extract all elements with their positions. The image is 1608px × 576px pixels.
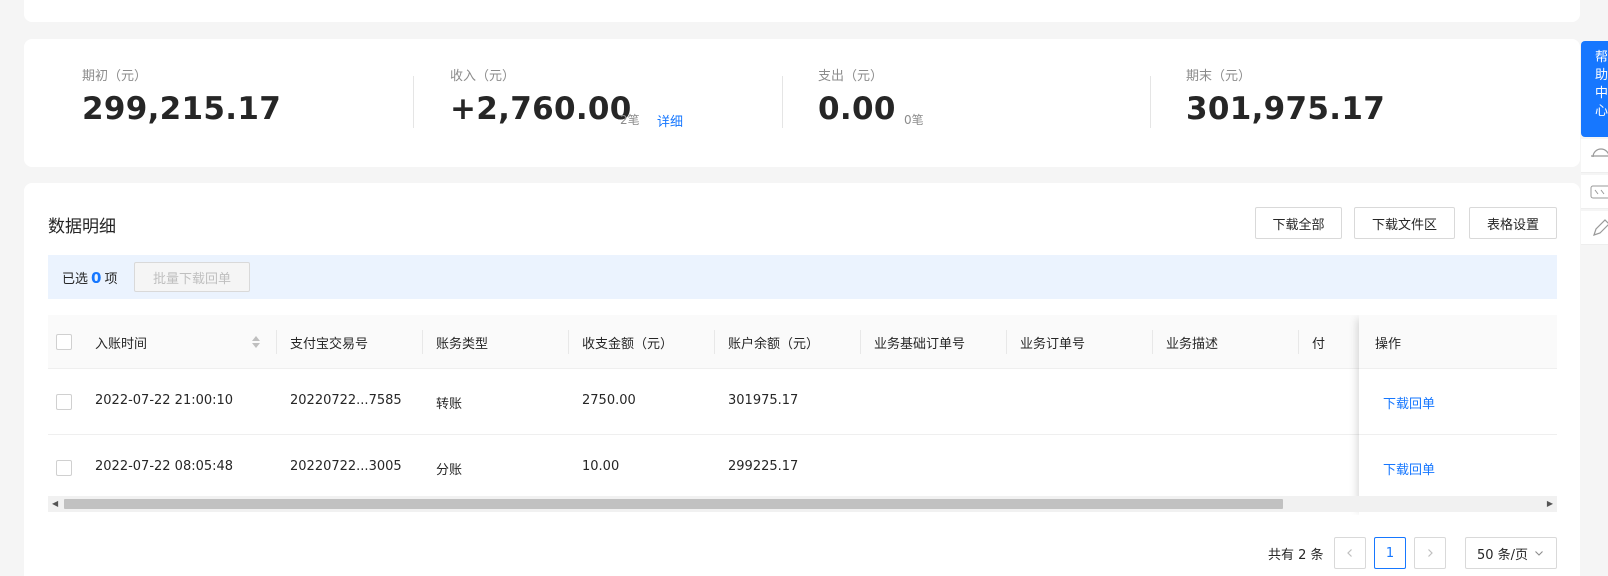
summary-card: 期初（元） 299,215.17 收入（元） +2,760.00 2笔 详细 支… [24, 39, 1580, 167]
col-separator [1152, 330, 1153, 354]
selection-count: 0 [91, 269, 102, 287]
divider [1150, 76, 1151, 128]
cell-time: 2022-07-22 08:05:48 [95, 459, 234, 474]
download-receipt-link[interactable]: 下载回单 [1383, 393, 1435, 412]
help-char: 中 [1595, 86, 1608, 101]
next-page-button[interactable] [1414, 537, 1446, 569]
chevron-left-icon [1347, 549, 1352, 557]
col-base-order: 业务基础订单号 [874, 337, 966, 352]
row-checkbox[interactable] [56, 394, 72, 410]
stat-expense-label: 支出（元） [818, 69, 884, 84]
stat-income-count: 2笔 [620, 113, 640, 127]
chevron-down-icon [1535, 551, 1543, 556]
new-badge-icon [1590, 185, 1608, 199]
customer-service-tool[interactable] [1581, 139, 1608, 173]
select-all-checkbox[interactable] [56, 334, 72, 350]
chevron-right-icon [1428, 549, 1433, 557]
col-action: 操作 [1375, 337, 1402, 352]
col-separator [714, 330, 715, 354]
col-separator [422, 330, 423, 354]
download-receipt-link[interactable]: 下载回单 [1383, 459, 1435, 478]
horizontal-scrollbar[interactable]: ◀ ▶ [48, 496, 1557, 512]
col-separator [1006, 330, 1007, 354]
table-row: 2022-07-22 08:05:48 20220722...3005 分账 1… [48, 435, 1557, 501]
feedback-tool[interactable] [1581, 211, 1608, 245]
download-all-button[interactable]: 下载全部 [1255, 207, 1342, 239]
table-settings-button[interactable]: 表格设置 [1469, 207, 1557, 239]
col-separator [1298, 330, 1299, 354]
col-amount: 收支金额（元） [582, 337, 674, 352]
scroll-right-icon[interactable]: ▶ [1547, 499, 1553, 509]
help-char: 帮 [1595, 50, 1608, 65]
action-column: 操作 下载回单 下载回单 [1359, 315, 1557, 515]
col-truncated: 付 [1312, 337, 1326, 352]
col-separator [276, 330, 277, 354]
page-1-button[interactable]: 1 [1374, 537, 1406, 569]
col-description: 业务描述 [1166, 337, 1219, 352]
col-order: 业务订单号 [1020, 337, 1086, 352]
table-header: 入账时间 支付宝交易号 账务类型 收支金额（元） 账户余额（元） 业务基础订单号… [48, 315, 1557, 369]
divider [782, 76, 783, 128]
pagination-total: 共有 2 条 [1268, 548, 1324, 563]
detail-title: 数据明细 [48, 217, 116, 237]
data-table: 入账时间 支付宝交易号 账务类型 收支金额（元） 账户余额（元） 业务基础订单号… [48, 315, 1557, 515]
detail-card: 数据明细 下载全部 下载文件区 表格设置 已选 0 项 批量下载回单 入账时间 支付… [24, 183, 1580, 576]
stat-closing-label: 期末（元） [1186, 69, 1252, 84]
scrollbar-thumb[interactable] [64, 499, 1283, 509]
table-row: 2022-07-22 21:00:10 20220722...7585 转账 2… [48, 369, 1557, 435]
new-feature-tool[interactable] [1581, 175, 1608, 209]
stat-expense-count: 0笔 [904, 113, 924, 127]
cell-time: 2022-07-22 21:00:10 [95, 393, 234, 408]
help-center-button[interactable]: 帮 助 中 心 [1581, 41, 1608, 137]
help-char: 助 [1595, 68, 1608, 83]
action-cell: 下载回单 [1359, 435, 1557, 501]
income-detail-link[interactable]: 详细 [657, 111, 683, 130]
batch-download-button[interactable]: 批量下载回单 [134, 262, 250, 292]
col-separator [860, 330, 861, 354]
page-size-select[interactable]: 50 条/页 [1465, 537, 1557, 569]
pencil-icon [1593, 219, 1608, 236]
cell-amount: 10.00 [582, 459, 620, 474]
selection-text: 已选 0 项 [62, 269, 118, 287]
cell-amount: 2750.00 [582, 393, 636, 408]
stat-closing-value: 301,975.17 [1186, 91, 1386, 127]
stat-opening-label: 期初（元） [82, 69, 148, 84]
col-separator [568, 330, 569, 354]
stat-income-value: +2,760.00 [450, 91, 632, 127]
stat-expense-value: 0.00 [818, 91, 896, 127]
download-file-area-button[interactable]: 下载文件区 [1354, 207, 1455, 239]
page-size-value: 50 条/页 [1477, 547, 1529, 563]
help-char: 心 [1595, 104, 1608, 119]
cell-type: 分账 [436, 463, 463, 478]
cell-type: 转账 [436, 397, 463, 412]
col-type: 账务类型 [436, 337, 489, 352]
cell-trade-no: 20220722...7585 [290, 393, 402, 408]
stat-opening-value: 299,215.17 [82, 91, 282, 127]
col-time[interactable]: 入账时间 [95, 333, 147, 352]
sort-icon[interactable] [251, 334, 261, 350]
col-trade-no: 支付宝交易号 [290, 337, 369, 352]
prev-page-button[interactable] [1334, 537, 1366, 569]
cell-balance: 301975.17 [728, 393, 799, 408]
col-balance: 账户余额（元） [728, 337, 820, 352]
top-card [24, 0, 1580, 22]
divider [413, 76, 414, 128]
action-cell: 下载回单 [1359, 369, 1557, 435]
headset-icon [1591, 148, 1608, 158]
cell-trade-no: 20220722...3005 [290, 459, 402, 474]
action-header: 操作 [1359, 315, 1557, 369]
cell-balance: 299225.17 [728, 459, 799, 474]
row-checkbox[interactable] [56, 460, 72, 476]
scroll-left-icon[interactable]: ◀ [52, 499, 58, 509]
stat-income-label: 收入（元） [450, 69, 516, 84]
selection-bar: 已选 0 项 批量下载回单 [48, 255, 1557, 299]
